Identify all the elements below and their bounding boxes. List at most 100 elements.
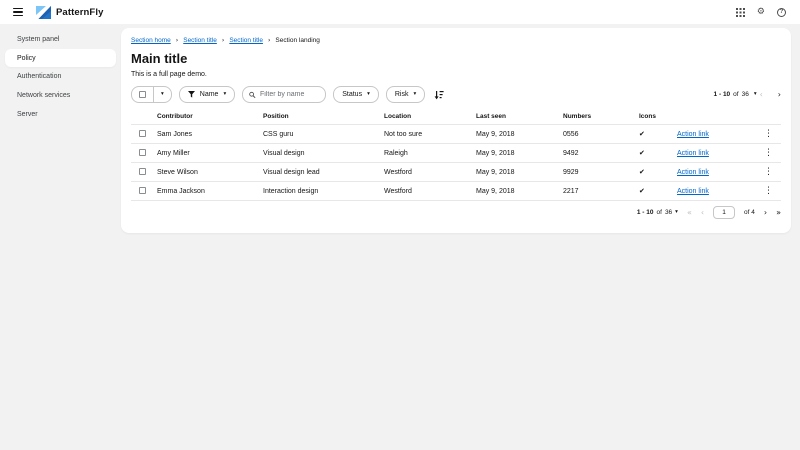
cell-contributor: Steve Wilson xyxy=(157,163,263,182)
pagination-range: 1 - 10 xyxy=(714,91,731,98)
help-icon[interactable]: ? xyxy=(777,8,786,17)
cell-contributor: Sam Jones xyxy=(157,125,263,144)
action-link[interactable]: Action link xyxy=(677,150,709,157)
cell-location: Westford xyxy=(384,163,476,182)
sidebar-item-network-services[interactable]: Network services xyxy=(0,86,121,105)
column-header-last-seen: Last seen xyxy=(476,110,563,125)
breadcrumb-separator-icon: › xyxy=(268,38,270,44)
brand-logo[interactable]: PatternFly xyxy=(36,6,103,19)
check-icon: ✔ xyxy=(639,168,645,176)
table-row: Amy Miller Visual design Raleigh May 9, … xyxy=(131,144,781,163)
cell-location: Raleigh xyxy=(384,144,476,163)
bulk-select-control: ▾ xyxy=(131,86,172,103)
row-checkbox[interactable] xyxy=(139,149,146,156)
breadcrumb: Section home › Section title › Section t… xyxy=(131,37,781,44)
current-page-input[interactable] xyxy=(713,206,735,219)
cell-last-seen: May 9, 2018 xyxy=(476,125,563,144)
sidebar-nav: System panel Policy Authentication Netwo… xyxy=(0,24,121,450)
pagination-top-menu[interactable]: 1 - 10 of 36 ▾ xyxy=(714,91,757,98)
page-title: Main title xyxy=(131,51,781,66)
breadcrumb-link-section-title-1[interactable]: Section title xyxy=(183,37,217,44)
action-link[interactable]: Action link xyxy=(677,169,709,176)
pagination-total: 36 xyxy=(742,91,749,98)
table-row: Emma Jackson Interaction design Westford… xyxy=(131,182,781,201)
toolbar: ▾ Name ▾ Status ▾ Risk ▾ xyxy=(131,86,781,103)
cell-location: Westford xyxy=(384,182,476,201)
kebab-menu-icon[interactable]: ⋮ xyxy=(758,182,781,201)
pagination-bottom-menu[interactable]: 1 - 10 of 36 ▾ xyxy=(637,209,678,216)
next-page-button[interactable]: › xyxy=(764,209,767,217)
column-header-icons: Icons xyxy=(639,110,677,125)
cell-position: Interaction design xyxy=(263,182,384,201)
pagination-bottom: 1 - 10 of 36 ▾ « ‹ of 4 › » xyxy=(131,206,781,219)
kebab-menu-icon[interactable]: ⋮ xyxy=(758,163,781,182)
kebab-menu-icon[interactable]: ⋮ xyxy=(758,125,781,144)
cell-position: CSS guru xyxy=(263,125,384,144)
action-link[interactable]: Action link xyxy=(677,188,709,195)
sort-button[interactable] xyxy=(432,88,446,102)
prev-page-button[interactable]: ‹ xyxy=(760,91,763,99)
last-page-button[interactable]: » xyxy=(776,209,781,217)
cell-numbers: 2217 xyxy=(563,182,639,201)
kebab-menu-icon[interactable]: ⋮ xyxy=(758,144,781,163)
row-checkbox[interactable] xyxy=(139,130,146,137)
cell-contributor: Emma Jackson xyxy=(157,182,263,201)
breadcrumb-separator-icon: › xyxy=(176,38,178,44)
cell-position: Visual design xyxy=(263,144,384,163)
first-page-button[interactable]: « xyxy=(687,209,692,217)
total-pages-label: of 4 xyxy=(744,209,755,216)
name-filter-input[interactable] xyxy=(260,91,319,98)
cell-numbers: 9929 xyxy=(563,163,639,182)
cell-last-seen: May 9, 2018 xyxy=(476,182,563,201)
prev-page-button[interactable]: ‹ xyxy=(701,209,704,217)
filter-attribute-label: Name xyxy=(200,91,219,98)
sidebar-item-policy[interactable]: Policy xyxy=(5,49,116,67)
check-icon: ✔ xyxy=(639,149,645,157)
next-page-button[interactable]: › xyxy=(778,91,781,99)
pagination-top: 1 - 10 of 36 ▾ ‹ › xyxy=(714,91,781,99)
caret-down-icon: ▾ xyxy=(223,92,226,98)
check-icon: ✔ xyxy=(639,187,645,195)
breadcrumb-link-section-home[interactable]: Section home xyxy=(131,37,171,44)
page-description: This is a full page demo. xyxy=(131,71,781,78)
sidebar-item-server[interactable]: Server xyxy=(0,105,121,124)
select-column-header xyxy=(131,110,157,125)
masthead: PatternFly ⚙ ? xyxy=(0,0,800,24)
pagination-of-word: of xyxy=(657,209,662,216)
pagination-of-word: of xyxy=(733,91,738,98)
sidebar-item-system-panel[interactable]: System panel xyxy=(0,30,121,49)
cell-numbers: 0556 xyxy=(563,125,639,144)
menu-toggle-icon[interactable] xyxy=(11,5,25,20)
status-filter-label: Status xyxy=(342,91,362,98)
risk-filter-label: Risk xyxy=(395,91,409,98)
filter-icon xyxy=(188,91,195,98)
table-row: Steve Wilson Visual design lead Westford… xyxy=(131,163,781,182)
pagination-range: 1 - 10 xyxy=(637,209,654,216)
search-icon xyxy=(249,91,256,99)
cell-position: Visual design lead xyxy=(263,163,384,182)
column-header-numbers: Numbers xyxy=(563,110,639,125)
bulk-select-checkbox[interactable] xyxy=(132,87,153,102)
brand-name: PatternFly xyxy=(56,7,103,18)
filter-attribute-dropdown[interactable]: Name ▾ xyxy=(179,86,235,103)
risk-filter-dropdown[interactable]: Risk ▾ xyxy=(386,86,425,103)
caret-down-icon: ▾ xyxy=(413,92,416,98)
breadcrumb-separator-icon: › xyxy=(222,38,224,44)
caret-down-icon: ▾ xyxy=(675,210,678,216)
breadcrumb-link-section-title-2[interactable]: Section title xyxy=(229,37,263,44)
column-header-actions xyxy=(677,110,758,125)
pagination-total: 36 xyxy=(665,209,672,216)
bulk-select-caret-button[interactable]: ▾ xyxy=(153,87,171,102)
row-checkbox[interactable] xyxy=(139,168,146,175)
app-launcher-icon[interactable] xyxy=(736,8,745,17)
row-checkbox[interactable] xyxy=(139,187,146,194)
status-filter-dropdown[interactable]: Status ▾ xyxy=(333,86,379,103)
table-header-row: Contributor Position Location Last seen … xyxy=(131,110,781,125)
sort-icon xyxy=(434,90,444,100)
action-link[interactable]: Action link xyxy=(677,131,709,138)
column-header-kebab xyxy=(758,110,781,125)
sidebar-item-authentication[interactable]: Authentication xyxy=(0,67,121,86)
caret-down-icon: ▾ xyxy=(161,92,164,98)
check-icon: ✔ xyxy=(639,130,645,138)
gear-icon[interactable]: ⚙ xyxy=(757,8,765,17)
